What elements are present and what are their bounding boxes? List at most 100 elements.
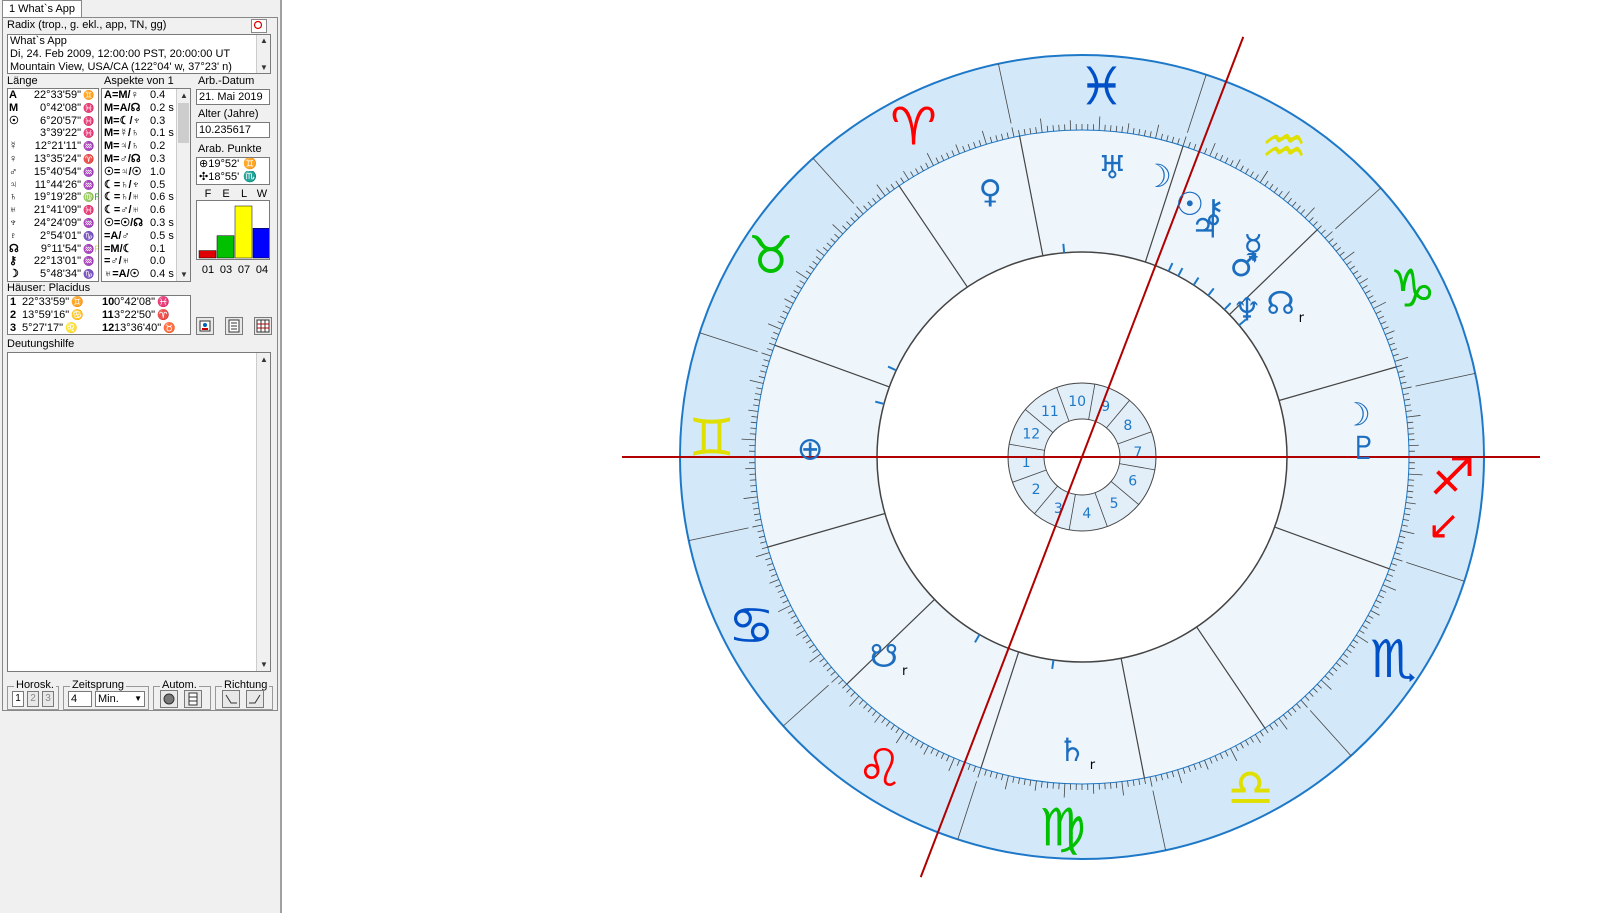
direction-back-button[interactable]: [222, 690, 240, 708]
element-bar: [216, 235, 235, 259]
house-row[interactable]: 113°22'50" ♈: [100, 309, 190, 322]
planet-symbol: ♃: [9, 178, 18, 191]
house-row[interactable]: 100°42'08" ♓: [100, 296, 190, 309]
planet-marker[interactable]: ♇: [1349, 429, 1378, 467]
house-position: 13°59'16": [22, 308, 70, 321]
zeitsprung-unit-select[interactable]: Min. ▼: [95, 691, 145, 707]
planet-marker[interactable]: ☽: [1143, 157, 1172, 195]
interpretation-scrollbar[interactable]: ▲ ▼: [256, 353, 270, 671]
longitude-row[interactable]: A 22°33'59" ♊: [8, 89, 98, 102]
alter-field[interactable]: 10.235617: [196, 122, 270, 138]
house-number-label: 12: [1022, 426, 1040, 442]
zodiac-sign-icon: ♓: [157, 297, 170, 308]
planet-marker[interactable]: ♆: [1233, 290, 1262, 328]
planet-marker[interactable]: ♃: [1191, 208, 1220, 246]
direction-forward-button[interactable]: [246, 690, 264, 708]
horoscope-3-button[interactable]: 3: [42, 691, 54, 707]
planet-position: 22°33'59": [33, 89, 81, 101]
scroll-thumb[interactable]: [178, 103, 189, 143]
arab-point-row[interactable]: ✣18°55' ♏: [197, 171, 269, 184]
aspect-orb: 0.1: [150, 242, 166, 255]
longitude-row[interactable]: ☉ 6°20'57" ♓: [8, 115, 98, 128]
longitude-row[interactable]: ♅ 21°41'09" ♓: [8, 204, 98, 217]
scroll-up-icon[interactable]: ▲: [260, 36, 268, 45]
info-scrollbar[interactable]: ▲ ▼: [256, 35, 270, 73]
planet-marker[interactable]: ⊕: [797, 430, 824, 468]
tab-horoscope-1[interactable]: 1 What`s App: [2, 0, 83, 18]
longitude-row[interactable]: ♃ 11°44'26" ♒: [8, 179, 98, 192]
zeitsprung-value-field[interactable]: 4: [68, 691, 92, 707]
zodiac-sign-icon: ♊: [688, 409, 735, 469]
zodiac-sign-icon: ♒: [1261, 117, 1308, 177]
aspect-formula: M=♂/☊: [104, 152, 141, 165]
table-button[interactable]: [254, 317, 272, 335]
text-list-button[interactable]: [225, 317, 243, 335]
info-place: Mountain View, USA/CA (122°04' w, 37°23'…: [10, 60, 232, 73]
houses-list[interactable]: 1 22°33'59" ♊ 100°42'08" ♓ 2 13°59'16" ♋ 113°22'…: [7, 295, 191, 335]
zodiac-sign-icon: ♋: [71, 309, 84, 321]
longitude-row[interactable]: ♂ 15°40'54" ♒: [8, 166, 98, 179]
planet-position: 15°40'54": [33, 165, 81, 178]
longitude-row[interactable]: ♆ 24°24'09" ♒: [8, 217, 98, 230]
house-row[interactable]: 1213°36'40" ♉: [100, 322, 190, 335]
planet-marker[interactable]: ♂: [1230, 246, 1259, 284]
house-position: 13°36'40": [114, 321, 162, 334]
house-number-label: 2: [1032, 482, 1041, 498]
interpretation-text-area[interactable]: ▲ ▼: [7, 352, 271, 672]
longitude-list[interactable]: A 22°33'59" ♊ M 0°42'08" ♓ ☉ 6°20'57" ♓ 3°39'22" ♓…: [7, 88, 99, 282]
longitude-row[interactable]: ☿ 12°21'11" ♒: [8, 140, 98, 153]
arrow-forward-icon: [249, 694, 261, 704]
planet-symbol: A: [9, 89, 17, 101]
planet-position: 12°21'11": [34, 140, 81, 153]
retrograde-label: r: [1090, 758, 1096, 773]
aspect-formula: =♂/♅: [104, 255, 130, 268]
planet-symbol: ☉: [9, 114, 19, 127]
arab-points-list[interactable]: ⊕19°52' ♊ ✣18°55' ♏: [196, 157, 270, 185]
arb-datum-field[interactable]: 21. Mai 2019: [196, 89, 270, 105]
chevron-down-icon: ▼: [134, 694, 142, 703]
house-number-label: 11: [1041, 404, 1059, 420]
record-button[interactable]: [160, 690, 178, 708]
zodiac-sign-icon: ♓: [83, 205, 95, 216]
house-row[interactable]: 1 22°33'59" ♊: [8, 296, 100, 309]
aspect-orb: 0.0: [150, 255, 166, 268]
scroll-down-icon[interactable]: ▼: [260, 63, 268, 72]
longitude-row[interactable]: ☊ 9°11'54" ♒R: [8, 243, 98, 256]
zodiac-sign-icon: ♉: [163, 322, 176, 334]
horoscope-1-button[interactable]: 1: [12, 691, 24, 707]
longitude-row[interactable]: ☽ 5°48'34" ♑: [8, 268, 98, 281]
element-label: W: [256, 188, 268, 200]
zodiac-sign-icon: ♊: [83, 90, 95, 100]
scroll-down-icon[interactable]: ▼: [180, 270, 188, 279]
scroll-up-icon[interactable]: ▲: [260, 355, 268, 364]
element-label: L: [240, 188, 248, 200]
arab-point-row[interactable]: ⊕19°52' ♊: [197, 158, 269, 171]
aspect-list[interactable]: A=M/♀ 0.4 M=A/☊ 0.2 s M=☾/♆ 0.3 M=☿/♄ 0.1 s M=♃/…: [101, 88, 191, 282]
house-row[interactable]: 2 13°59'16" ♋: [8, 309, 100, 322]
longitude-row[interactable]: ⚷ 22°13'01" ♒: [8, 255, 98, 268]
longitude-row[interactable]: ♄ 19°19'28" ♍R: [8, 191, 98, 204]
chart-options-button[interactable]: [251, 19, 267, 33]
longitude-row[interactable]: M 0°42'08" ♓: [8, 102, 98, 115]
document-icon: [228, 319, 240, 333]
zodiac-sign-icon: ♒: [83, 179, 95, 190]
info-date: Di, 24. Feb 2009, 12:00:00 PST, 20:00:00…: [10, 47, 231, 60]
longitude-row[interactable]: ♇ 2°54'01" ♑: [8, 230, 98, 243]
longitude-row[interactable]: ♀ 13°35'24" ♈: [8, 153, 98, 166]
planet-marker[interactable]: ☽: [1342, 396, 1371, 434]
longitude-row[interactable]: 3°39'22" ♓: [8, 127, 98, 140]
planet-glyph-icon: ♀: [978, 172, 1001, 210]
planet-marker[interactable]: ♅: [1098, 149, 1127, 187]
planet-marker[interactable]: ♀: [978, 172, 1001, 210]
film-button[interactable]: [184, 690, 202, 708]
planet-position: 9°11'54": [40, 242, 81, 255]
horoscope-2-button[interactable]: 2: [27, 691, 39, 707]
scroll-up-icon[interactable]: ▲: [180, 91, 188, 100]
house-row[interactable]: 3 5°27'17" ♌: [8, 322, 100, 335]
aspect-scrollbar[interactable]: ▲ ▼: [176, 89, 190, 281]
aspect-orb: 0.3 s: [150, 216, 174, 229]
interpret-button[interactable]: [196, 317, 214, 335]
chart-info-box[interactable]: What`s App Di, 24. Feb 2009, 12:00:00 PS…: [7, 34, 271, 74]
scroll-down-icon[interactable]: ▼: [260, 660, 268, 669]
horoscope-wheel[interactable]: ♓♈♉♊♋♌♍♎♏♐♑♒10 9876543211211↙♅♀ ☽☉⚷♃☿♂☊ r♆☽…: [282, 0, 1600, 913]
